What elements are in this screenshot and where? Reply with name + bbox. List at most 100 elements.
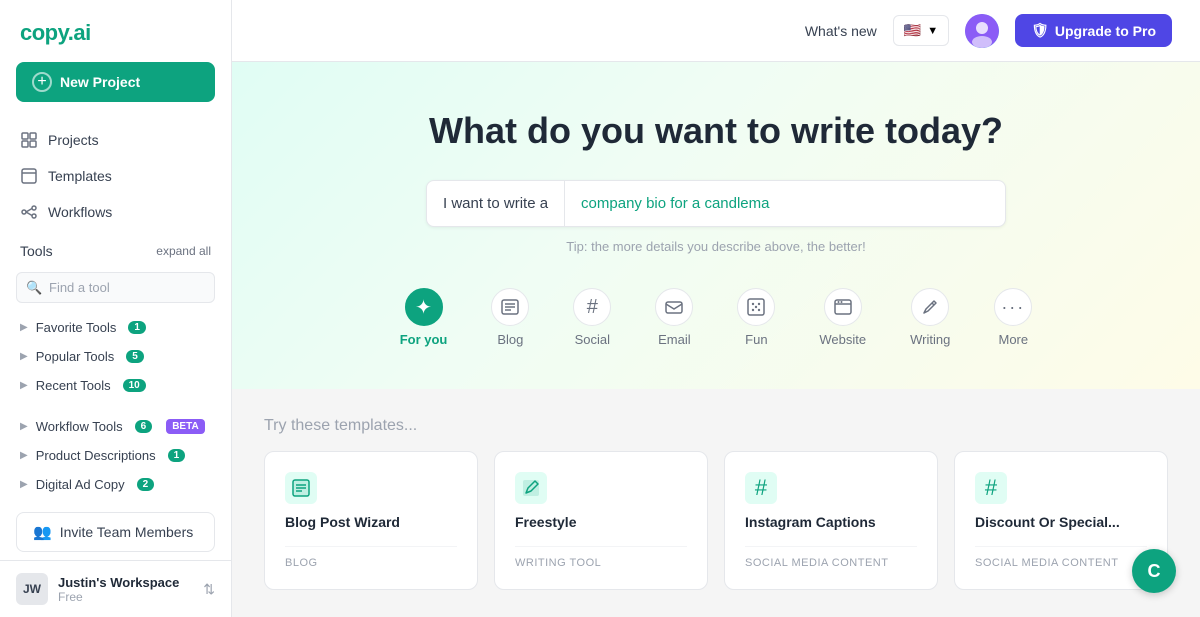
blog-icon [491, 288, 529, 326]
tool-groups-primary: ▶ Favorite Tools 1 ▶ Popular Tools 5 ▶ R… [0, 311, 231, 402]
search-icon: 🔍 [26, 280, 42, 296]
product-desc-group[interactable]: ▶ Product Descriptions 1 [0, 441, 231, 470]
writing-label: Writing [910, 332, 950, 347]
popular-tools-group[interactable]: ▶ Popular Tools 5 [0, 342, 231, 371]
blog-post-wizard-name: Blog Post Wizard [285, 514, 457, 530]
invite-label: Invite Team Members [60, 524, 194, 540]
templates-grid: Blog Post Wizard BLOG Freestyle WRITING … [264, 451, 1168, 590]
hero-title: What do you want to write today? [272, 110, 1160, 152]
recent-tools-count: 10 [123, 379, 146, 392]
blog-post-wizard-icon [285, 472, 317, 504]
fun-label: Fun [745, 332, 767, 347]
freestyle-tag: WRITING TOOL [515, 546, 687, 569]
more-icon: ··· [994, 288, 1032, 326]
instagram-captions-name: Instagram Captions [745, 514, 917, 530]
chevron-icon: ▶ [20, 479, 28, 490]
digital-ad-count: 2 [137, 478, 155, 491]
workspace-switcher[interactable]: JW Justin's Workspace Free ⇅ [0, 560, 231, 617]
chevron-icon: ▶ [20, 421, 28, 432]
tools-label: Tools [20, 243, 53, 259]
tab-writing[interactable]: Writing [892, 278, 968, 357]
workflow-tools-group[interactable]: ▶ Workflow Tools 6 BETA [0, 412, 231, 441]
freestyle-name: Freestyle [515, 514, 687, 530]
template-card-blog-post-wizard[interactable]: Blog Post Wizard BLOG [264, 451, 478, 590]
plus-icon: + [32, 72, 52, 92]
workflow-tools-count: 6 [135, 420, 153, 433]
logo: copy.ai [0, 0, 231, 62]
blog-post-wizard-tag: BLOG [285, 546, 457, 569]
chevron-icon: ▶ [20, 450, 28, 461]
tab-website[interactable]: Website [801, 278, 884, 357]
template-icon [20, 167, 38, 185]
user-avatar[interactable] [965, 14, 999, 48]
expand-all-button[interactable]: expand all [156, 244, 211, 258]
tab-blog[interactable]: Blog [473, 278, 547, 357]
whats-new-link[interactable]: What's new [805, 23, 877, 39]
discount-tag: SOCIAL MEDIA CONTENT [975, 546, 1147, 569]
social-icon: # [573, 288, 611, 326]
popular-tools-count: 5 [126, 350, 144, 363]
tab-email[interactable]: Email [637, 278, 711, 357]
invite-team-button[interactable]: 👥 Invite Team Members [16, 512, 215, 552]
templates-section: Try these templates... Blog Post Wizard … [232, 389, 1200, 617]
recent-tools-label: Recent Tools [36, 378, 111, 393]
beta-badge: BETA [166, 419, 204, 434]
sidebar-item-templates[interactable]: Templates [0, 158, 231, 194]
digital-ad-label: Digital Ad Copy [36, 477, 125, 492]
sidebar-item-workflows[interactable]: Workflows [0, 194, 231, 230]
grid-icon [20, 131, 38, 149]
templates-label: Templates [48, 168, 112, 184]
website-icon [824, 288, 862, 326]
tab-social[interactable]: # Social [555, 278, 629, 357]
new-project-label: New Project [60, 74, 140, 90]
sidebar-item-projects[interactable]: Projects [0, 122, 231, 158]
tools-header: Tools expand all [0, 234, 231, 268]
tool-groups-secondary: ▶ Workflow Tools 6 BETA ▶ Product Descri… [0, 410, 231, 501]
favorite-tools-label: Favorite Tools [36, 320, 117, 335]
new-project-button[interactable]: + New Project [16, 62, 215, 102]
upgrade-button[interactable]: 🛡 Upgrade to Pro [1015, 14, 1172, 47]
chevron-icon: ▶ [20, 322, 28, 333]
sidebar: copy.ai + New Project Projects Templates… [0, 0, 232, 617]
recent-tools-group[interactable]: ▶ Recent Tools 10 [0, 371, 231, 400]
topbar: What's new 🇺🇸 ▼ 🛡 Upgrade to Pro [232, 0, 1200, 62]
discount-name: Discount Or Special... [975, 514, 1147, 530]
hero-section: What do you want to write today? I want … [232, 62, 1200, 389]
language-selector[interactable]: 🇺🇸 ▼ [893, 15, 949, 46]
sidebar-navigation: Projects Templates Workflows [0, 118, 231, 234]
write-input[interactable] [565, 181, 1005, 226]
template-card-instagram-captions[interactable]: # Instagram Captions SOCIAL MEDIA CONTEN… [724, 451, 938, 590]
workspace-info: Justin's Workspace Free [58, 575, 193, 604]
chat-label: C [1148, 561, 1161, 582]
search-input[interactable] [16, 272, 215, 303]
workflow-icon [20, 203, 38, 221]
write-input-row: I want to write a [426, 180, 1006, 227]
category-tabs: ✦ For you Blog # Social [272, 278, 1160, 357]
workspace-avatar: JW [16, 573, 48, 605]
favorite-tools-group[interactable]: ▶ Favorite Tools 1 [0, 313, 231, 342]
tab-more[interactable]: ··· More [976, 278, 1050, 357]
main-content: What's new 🇺🇸 ▼ 🛡 Upgrade to Pro What do… [232, 0, 1200, 617]
workspace-plan: Free [58, 590, 193, 604]
template-card-freestyle[interactable]: Freestyle WRITING TOOL [494, 451, 708, 590]
for-you-icon: ✦ [405, 288, 443, 326]
product-desc-count: 1 [168, 449, 186, 462]
for-you-label: For you [400, 332, 448, 347]
chat-button[interactable]: C [1132, 549, 1176, 593]
writing-icon [911, 288, 949, 326]
digital-ad-group[interactable]: ▶ Digital Ad Copy 2 [0, 470, 231, 499]
write-label: I want to write a [427, 181, 565, 226]
expand-icon: ⇅ [203, 581, 215, 598]
templates-section-title: Try these templates... [264, 417, 1168, 435]
flag-icon: 🇺🇸 [904, 22, 921, 39]
shield-icon: 🛡 [1031, 22, 1049, 39]
invite-icon: 👥 [33, 523, 52, 541]
more-label: More [999, 332, 1029, 347]
brand-name: copy.ai [20, 20, 91, 45]
tab-fun[interactable]: Fun [719, 278, 793, 357]
tab-for-you[interactable]: ✦ For you [382, 278, 466, 357]
product-desc-label: Product Descriptions [36, 448, 156, 463]
email-icon [655, 288, 693, 326]
email-label: Email [658, 332, 691, 347]
social-label: Social [575, 332, 610, 347]
